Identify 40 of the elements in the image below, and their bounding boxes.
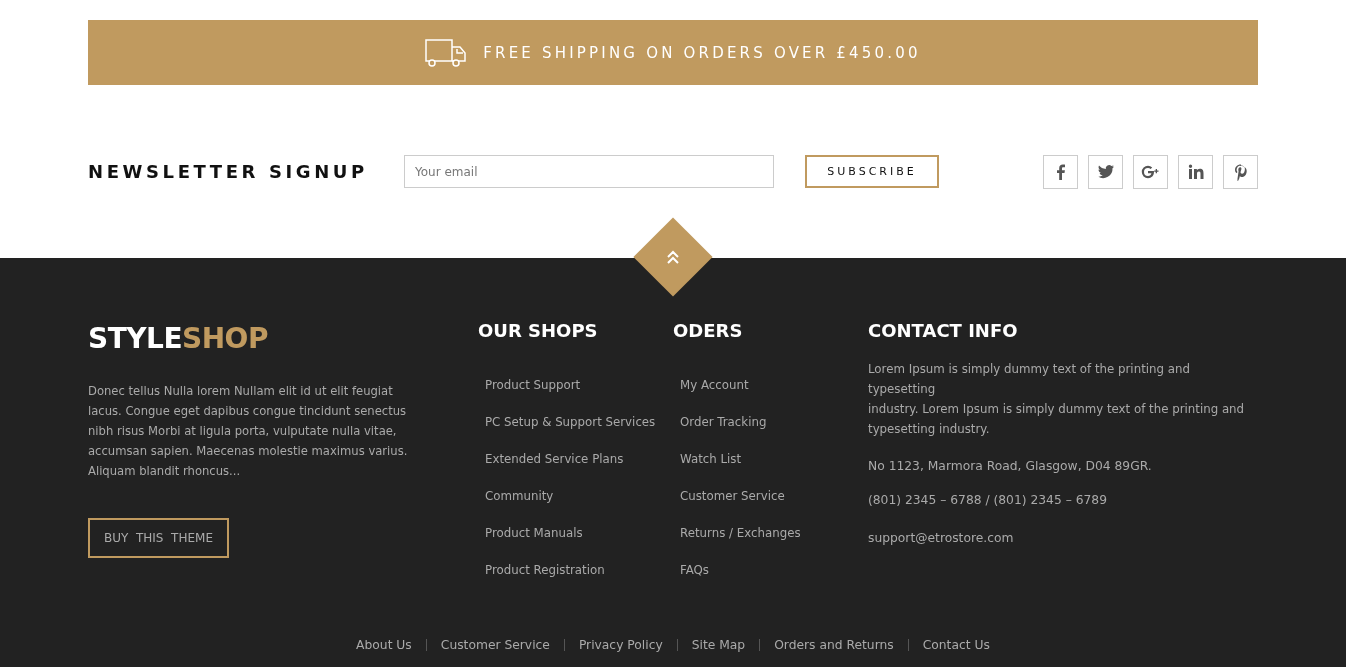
bottom-link[interactable]: Customer Service <box>426 638 564 652</box>
column-title: CONTACT INFO <box>868 320 1018 341</box>
bottom-link[interactable]: Orders and Returns <box>760 638 908 652</box>
email-link[interactable]: support@etrostore.com <box>868 519 1014 557</box>
bottom-link[interactable]: Site Map <box>677 638 760 652</box>
footer-link[interactable]: Product Registration <box>485 552 605 589</box>
subscribe-button[interactable]: SUBSCRIBE <box>805 155 939 188</box>
footer-link[interactable]: Customer Service <box>680 478 785 515</box>
footer-link[interactable]: Returns / Exchanges <box>680 515 801 552</box>
pinterest-icon[interactable] <box>1223 154 1258 189</box>
footer-link[interactable]: My Account <box>680 367 749 404</box>
facebook-icon[interactable] <box>1043 154 1078 189</box>
footer-link[interactable]: Extended Service Plans <box>485 441 624 478</box>
linkedin-icon[interactable] <box>1178 154 1213 189</box>
bottom-link[interactable]: Privacy Policy <box>564 638 677 652</box>
footer-link[interactable]: Community <box>485 478 554 515</box>
buy-theme-button[interactable]: BUY THIS THEME <box>88 518 229 558</box>
address-text: No 1123, Marmora Road, Glasgow, D04 89GR. <box>868 458 1152 475</box>
bottom-link[interactable]: About Us <box>342 638 426 652</box>
phone-text: (801) 2345 – 6788 / (801) 2345 – 6789 <box>868 492 1108 509</box>
column-title: OUR SHOPS <box>478 320 598 341</box>
newsletter-title: NEWSLETTER SIGNUP <box>88 161 369 182</box>
footer-link[interactable]: Product Support <box>485 367 581 404</box>
google-plus-icon[interactable] <box>1133 154 1168 189</box>
logo-word: SHOP <box>182 322 268 355</box>
footer-link[interactable]: PC Setup & Support Services <box>485 404 656 441</box>
truck-icon <box>425 38 468 67</box>
email-field[interactable]: Your email <box>404 155 774 188</box>
about-text: Donec tellus Nulla lorem Nullam elit id ut elit feugiat lacus. Congue eget dapibus congue tincidunt senectus nibh risus Morbi at ligula porta, vulputate nulla vitae, accumsan sapien. Maecenas molestie maximus varius. Aliquam blandit rhoncus... <box>88 383 409 480</box>
column-title: ODERS <box>673 320 743 341</box>
bottom-link[interactable]: Contact Us <box>908 638 1004 652</box>
logo-word: STYLE <box>88 322 182 355</box>
footer-link[interactable]: Product Manuals <box>485 515 583 552</box>
contact-description: industry. Lorem Ipsum is simply dummy text of the printing and typesetting industry. <box>868 401 1246 438</box>
footer-link[interactable]: Order Tracking <box>680 404 767 441</box>
shipping-text: FREE SHIPPING ON ORDERS OVER £450.00 <box>483 43 921 62</box>
twitter-icon[interactable] <box>1088 154 1123 189</box>
footer-link[interactable]: Watch List <box>680 441 742 478</box>
double-chevron-up-icon <box>665 249 681 265</box>
footer-link[interactable]: FAQs <box>680 552 709 589</box>
